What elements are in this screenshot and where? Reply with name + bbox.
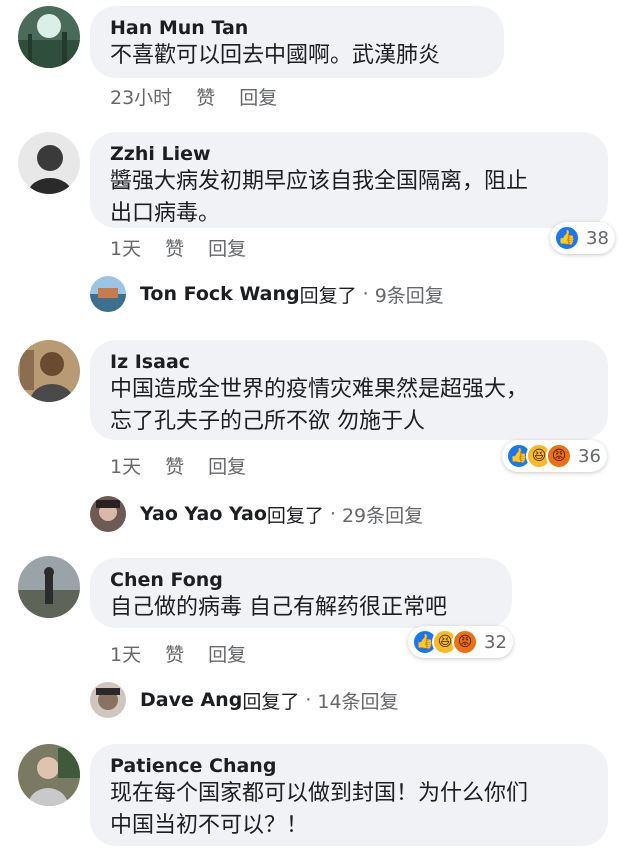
reply-author: Yao Yao Yao	[140, 503, 267, 525]
reaction-summary[interactable]: 👍 38	[550, 222, 615, 254]
reply-author: Ton Fock Wang	[140, 283, 300, 305]
view-replies-link[interactable]: Ton Fock Wang 回复了 · 9条回复	[90, 276, 444, 312]
comment-bubble: Chen Fong 自己做的病毒 自己有解药很正常吧	[90, 558, 512, 628]
avatar[interactable]	[18, 556, 80, 618]
reply-button[interactable]: 回复	[208, 452, 246, 479]
comment-actions: 1天 赞 回复	[110, 234, 246, 261]
like-button[interactable]: 赞	[165, 234, 184, 261]
comment-author[interactable]: Zzhi Liew	[110, 142, 588, 166]
reply-count: 29条回复	[341, 504, 424, 527]
reply-author: Dave Ang	[140, 689, 243, 711]
comment-bubble: Iz Isaac 中国造成全世界的疫情灾难果然是超强大， 忘了孔夫子的己所不欲 …	[90, 340, 608, 440]
comment-actions: 1天 赞 回复	[110, 640, 246, 667]
reply-count: 14条回复	[317, 690, 399, 713]
reply-verb: 回复了	[266, 504, 324, 527]
like-button[interactable]: 赞	[165, 640, 184, 667]
comment-item: Patience Chang 现在每个国家都可以做到封国！为什么你们 中国当初不…	[0, 740, 640, 853]
reply-count: 9条回复	[374, 284, 444, 307]
thumbs-up-icon: 👍	[554, 225, 580, 251]
comment-author[interactable]: Patience Chang	[110, 754, 588, 778]
reply-button[interactable]: 回复	[239, 83, 277, 110]
avatar[interactable]	[18, 744, 80, 806]
comment-text: 自己做的病毒 自己有解药很正常吧	[110, 595, 447, 620]
view-replies-link[interactable]: Yao Yao Yao 回复了 · 29条回复	[90, 496, 423, 532]
comment-text-line: 中国造成全世界的疫情灾难果然是超强大，	[110, 377, 529, 402]
separator-dot: ·	[305, 689, 312, 711]
comment-text-line: 中国当初不可以？！	[110, 813, 309, 838]
comment-bubble: Zzhi Liew 醬强大病发初期早应该自我全国隔离，阻止 出口病毒。	[90, 132, 608, 228]
avatar[interactable]	[18, 132, 80, 194]
separator-dot: ·	[362, 283, 369, 305]
comment-item: Iz Isaac 中国造成全世界的疫情灾难果然是超强大， 忘了孔夫子的己所不欲 …	[0, 338, 640, 532]
comment-text: 不喜歡可以回去中國啊。武漢肺炎	[110, 43, 441, 68]
reply-avatar	[90, 682, 126, 718]
comment-actions: 1天 赞 回复	[110, 452, 246, 479]
comment-time[interactable]: 1天	[110, 234, 141, 261]
comment-author[interactable]: Chen Fong	[110, 568, 492, 592]
reaction-summary[interactable]: 👍 😆 😡 36	[502, 440, 607, 472]
reply-avatar	[90, 276, 126, 312]
angry-face-icon: 😡	[452, 629, 478, 655]
avatar[interactable]	[18, 6, 80, 68]
comment-bubble: Patience Chang 现在每个国家都可以做到封国！为什么你们 中国当初不…	[90, 744, 608, 846]
comment-time[interactable]: 1天	[110, 640, 141, 667]
reply-avatar	[90, 496, 126, 532]
comment-time[interactable]: 1天	[110, 452, 141, 479]
reply-verb: 回复了	[242, 690, 300, 713]
separator-dot: ·	[329, 503, 336, 525]
comment-author[interactable]: Han Mun Tan	[110, 16, 484, 40]
reaction-summary[interactable]: 👍 😆 😡 32	[408, 626, 513, 658]
comment-text-line: 出口病毒。	[110, 201, 221, 226]
comment-text-line: 忘了孔夫子的己所不欲 勿施于人	[110, 409, 425, 434]
reaction-count: 38	[586, 227, 609, 249]
comment-author[interactable]: Iz Isaac	[110, 350, 588, 374]
comment-text-line: 醬强大病发初期早应该自我全国隔离，阻止	[110, 169, 529, 194]
comment-bubble: Han Mun Tan 不喜歡可以回去中國啊。武漢肺炎	[90, 6, 504, 78]
avatar[interactable]	[18, 340, 80, 402]
comment-item: Zzhi Liew 醬强大病发初期早应该自我全国隔离，阻止 出口病毒。 👍 38…	[0, 130, 640, 320]
reaction-count: 32	[484, 631, 507, 653]
like-button[interactable]: 赞	[196, 83, 215, 110]
comment-actions: 23小时 赞 回复	[110, 83, 277, 110]
reply-verb: 回复了	[299, 284, 357, 307]
comment-time[interactable]: 23小时	[110, 83, 172, 110]
comment-item: Han Mun Tan 不喜歡可以回去中國啊。武漢肺炎 23小时 赞 回复	[0, 0, 640, 120]
reaction-count: 36	[578, 445, 601, 467]
comment-text-line: 现在每个国家都可以做到封国！为什么你们	[110, 781, 529, 806]
like-button[interactable]: 赞	[165, 452, 184, 479]
view-replies-link[interactable]: Dave Ang 回复了 · 14条回复	[90, 682, 399, 718]
angry-face-icon: 😡	[546, 443, 572, 469]
reply-button[interactable]: 回复	[208, 640, 246, 667]
reply-button[interactable]: 回复	[208, 234, 246, 261]
comment-item: Chen Fong 自己做的病毒 自己有解药很正常吧 👍 😆 😡 32 1天 赞…	[0, 556, 640, 726]
